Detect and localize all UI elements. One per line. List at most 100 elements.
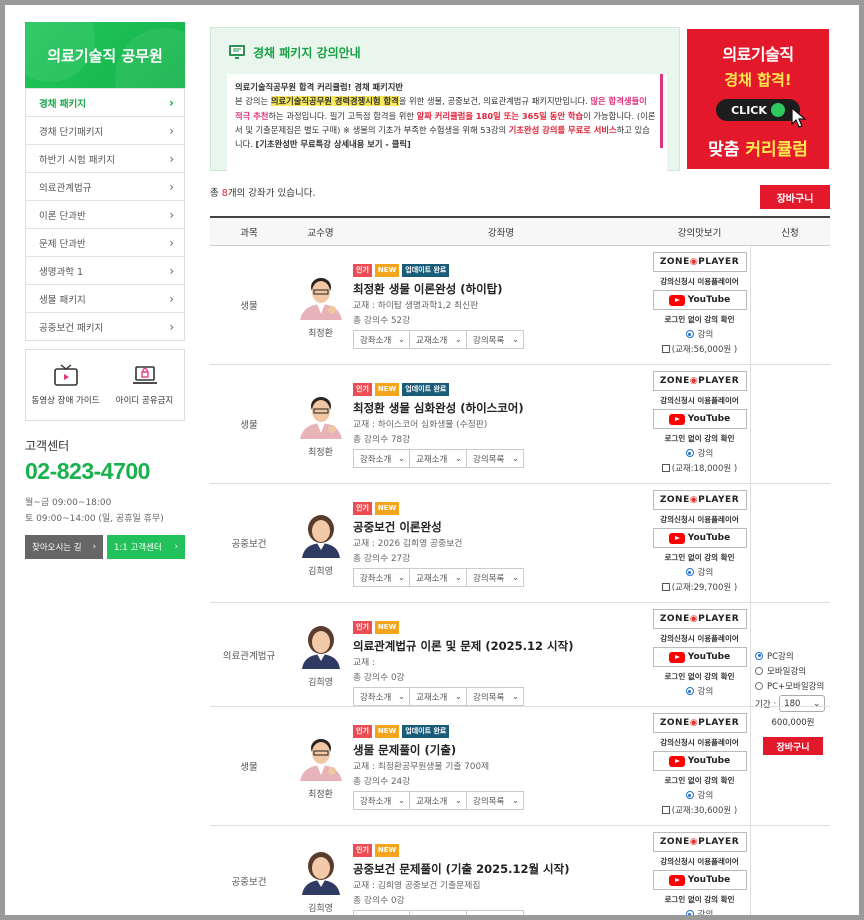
curriculum-banner[interactable]: 의료기술직 경채 합격! CLICK 맞춤 커리큘럼 — [687, 29, 829, 169]
sidebar-item-biology[interactable]: 생물 패키지 › — [26, 284, 184, 312]
youtube-button[interactable]: YouTube — [652, 528, 747, 548]
zone-player-button[interactable]: ZONE ◉ PLAYER — [652, 609, 747, 629]
book-intro-select[interactable]: 교재소개 ⌄ — [410, 687, 467, 706]
course-badges: 인기 NEW — [353, 844, 649, 857]
course-book: 교재 : — [353, 658, 375, 668]
youtube-button[interactable]: YouTube — [652, 870, 747, 890]
course-intro-select[interactable]: 강좌소개 ⌄ — [353, 791, 410, 810]
course-title[interactable]: 의료관계법규 이론 및 문제 (2025.12 시작) — [353, 638, 649, 654]
select-label: 강의목록 — [473, 573, 505, 584]
book-intro-select[interactable]: 교재소개 ⌄ — [410, 791, 467, 810]
chevron-down-icon: ⌄ — [397, 691, 405, 702]
book-price: (교재:56,000원 ) — [671, 345, 738, 355]
notice-scrollbar[interactable] — [660, 74, 663, 148]
course-intro-select[interactable]: 강좌소개 ⌄ — [353, 449, 410, 468]
select-label: 강의목록 — [473, 454, 505, 465]
chevron-right-icon: › — [169, 95, 174, 110]
sidebar-item-medical-law[interactable]: 의료관계법규 › — [26, 172, 184, 200]
book-checkbox[interactable]: (교재:30,600원 ) — [661, 804, 737, 816]
sidebar-item-package[interactable]: 경채 패키지 › — [26, 88, 184, 116]
course-intro-select[interactable]: 강좌소개 ⌄ — [353, 568, 410, 587]
professor-name: 최정환 — [308, 328, 333, 339]
badge-popular: 인기 — [353, 621, 372, 634]
course-title[interactable]: 생물 문제풀이 (기출) — [353, 742, 649, 758]
lecture-list-select[interactable]: 강의목록 ⌄ — [467, 568, 524, 587]
row-preview: ZONE ◉ PLAYER 강의신청시 이용플레이어 YouTube 로그인 없이 … — [649, 484, 750, 602]
course-intro-select[interactable]: 강좌소개 ⌄ — [353, 687, 410, 706]
lecture-list-select[interactable]: 강의목록 ⌄ — [467, 449, 524, 468]
zone-player-button[interactable]: ZONE ◉ PLAYER — [652, 713, 747, 733]
chevron-right-icon: › — [92, 542, 96, 552]
id-share-link[interactable]: 아이디 공유금지 — [105, 350, 184, 420]
lecture-radio[interactable]: 강의 — [685, 328, 713, 340]
course-intro-select[interactable]: 강좌소개 ⌄ — [353, 910, 410, 915]
professor-photo — [295, 621, 346, 669]
lecture-list-select[interactable]: 강의목록 ⌄ — [467, 687, 524, 706]
course-title[interactable]: 최정환 생물 이론완성 (하이탑) — [353, 281, 649, 297]
lecture-radio[interactable]: 강의 — [685, 789, 713, 801]
chevron-right-icon: › — [169, 123, 174, 138]
book-price: (교재:29,700원 ) — [671, 583, 738, 593]
row-subject: 생물 — [240, 762, 258, 773]
zone-label-a: ZONE — [659, 257, 690, 267]
youtube-button[interactable]: YouTube — [652, 647, 747, 667]
sidebar-item-problems[interactable]: 문제 단과반 › — [26, 228, 184, 256]
course-lecture-count: 총 강의수 24강 — [353, 777, 411, 787]
youtube-button[interactable]: YouTube — [652, 751, 747, 771]
sidebar-item-life-science[interactable]: 생명과학 1 › — [26, 256, 184, 284]
course-detail-selects: 강좌소개 ⌄ 교재소개 ⌄ 강의목록 ⌄ — [353, 449, 649, 468]
directions-button[interactable]: 찾아오시는 길 › — [25, 535, 103, 559]
page-frame: 의료기술직 공무원 경채 패키지 › 경채 단기패키지 › 하반기 시험 패키지 › … — [0, 0, 864, 920]
sidebar-item-theory[interactable]: 이론 단과반 › — [26, 200, 184, 228]
zone-caption: 강의신청시 이용플레이어 — [660, 277, 739, 286]
lecture-radio[interactable]: 강의 — [685, 685, 713, 697]
zone-label-a: ZONE — [659, 718, 690, 728]
lecture-radio[interactable]: 강의 — [685, 908, 713, 915]
course-title[interactable]: 공중보건 이론완성 — [353, 519, 649, 535]
select-label: 강의목록 — [473, 796, 505, 807]
book-intro-select[interactable]: 교재소개 ⌄ — [410, 330, 467, 349]
course-intro-select[interactable]: 강좌소개 ⌄ — [353, 330, 410, 349]
lecture-list-select[interactable]: 강의목록 ⌄ — [467, 791, 524, 810]
lecture-radio[interactable]: 강의 — [685, 447, 713, 459]
video-guide-link[interactable]: 동영상 장애 가이드 — [26, 350, 105, 420]
zone-player-button[interactable]: ZONE ◉ PLAYER — [652, 252, 747, 272]
course-title[interactable]: 공중보건 문제풀이 (기출 2025.12월 시작) — [353, 861, 649, 877]
book-checkbox[interactable]: (교재:29,700원 ) — [661, 581, 738, 593]
chevron-down-icon: ⌄ — [454, 795, 462, 806]
youtube-button[interactable]: YouTube — [652, 409, 747, 429]
free-lecture-link[interactable]: [기초완성반 무료특강 상세내용 보기 - 클릭] — [256, 139, 411, 149]
notice-text: 하는 과정입니다. 필기 고득점 합격을 위한 — [268, 110, 417, 121]
sidebar-item-short-package[interactable]: 경채 단기패키지 › — [26, 116, 184, 144]
youtube-button[interactable]: YouTube — [652, 290, 747, 310]
lecture-list-select[interactable]: 강의목록 ⌄ — [467, 330, 524, 349]
book-intro-select[interactable]: 교재소개 ⌄ — [410, 910, 467, 915]
notice-text: 을 위한 생물, 공중보건, 의료관계법규 패키지반입니다. — [398, 96, 591, 107]
course-title[interactable]: 최정환 생물 심화완성 (하이스코어) — [353, 400, 649, 416]
book-checkbox[interactable]: (교재:18,000원 ) — [661, 462, 737, 474]
one-to-one-button[interactable]: 1:1 고객센터 › — [107, 535, 185, 559]
badge-new: NEW — [374, 725, 400, 738]
book-checkbox[interactable]: (교재:56,000원 ) — [661, 343, 738, 355]
cart-button-top[interactable]: 장바구니 — [760, 185, 830, 209]
zone-player-button[interactable]: ZONE ◉ PLAYER — [652, 371, 747, 391]
sidebar-item-public-health[interactable]: 공중보건 패키지 › — [26, 312, 184, 340]
course-detail-selects: 강좌소개 ⌄ 교재소개 ⌄ 강의목록 ⌄ — [353, 568, 649, 587]
book-intro-select[interactable]: 교재소개 ⌄ — [410, 449, 467, 468]
laptop-lock-icon — [132, 366, 157, 384]
zone-player-logo-icon: ◉ — [689, 376, 699, 386]
zone-player-button[interactable]: ZONE ◉ PLAYER — [652, 832, 747, 852]
customer-center-hours: 월~금 09:00~18:00 토 09:00~14:00 (일, 공휴일 휴무… — [25, 495, 185, 527]
book-intro-select[interactable]: 교재소개 ⌄ — [410, 568, 467, 587]
chevron-down-icon: ⌄ — [397, 795, 405, 806]
notice-headline: 의료기술직공무원 합격 커리큘럼! 경채 패키지반 — [235, 82, 404, 92]
zone-player-button[interactable]: ZONE ◉ PLAYER — [652, 490, 747, 510]
notice-highlight: 의료기술직공무원 경력경쟁시험 합격 — [270, 96, 399, 107]
chevron-right-icon: › — [169, 291, 174, 306]
youtube-play-icon — [668, 755, 685, 767]
lecture-radio[interactable]: 강의 — [685, 566, 713, 578]
sidebar-item-second-half[interactable]: 하반기 시험 패키지 › — [26, 144, 184, 172]
lecture-list-select[interactable]: 강의목록 ⌄ — [467, 910, 524, 915]
chevron-right-icon: › — [169, 319, 174, 334]
course-lecture-count: 총 강의수 78강 — [353, 435, 411, 445]
